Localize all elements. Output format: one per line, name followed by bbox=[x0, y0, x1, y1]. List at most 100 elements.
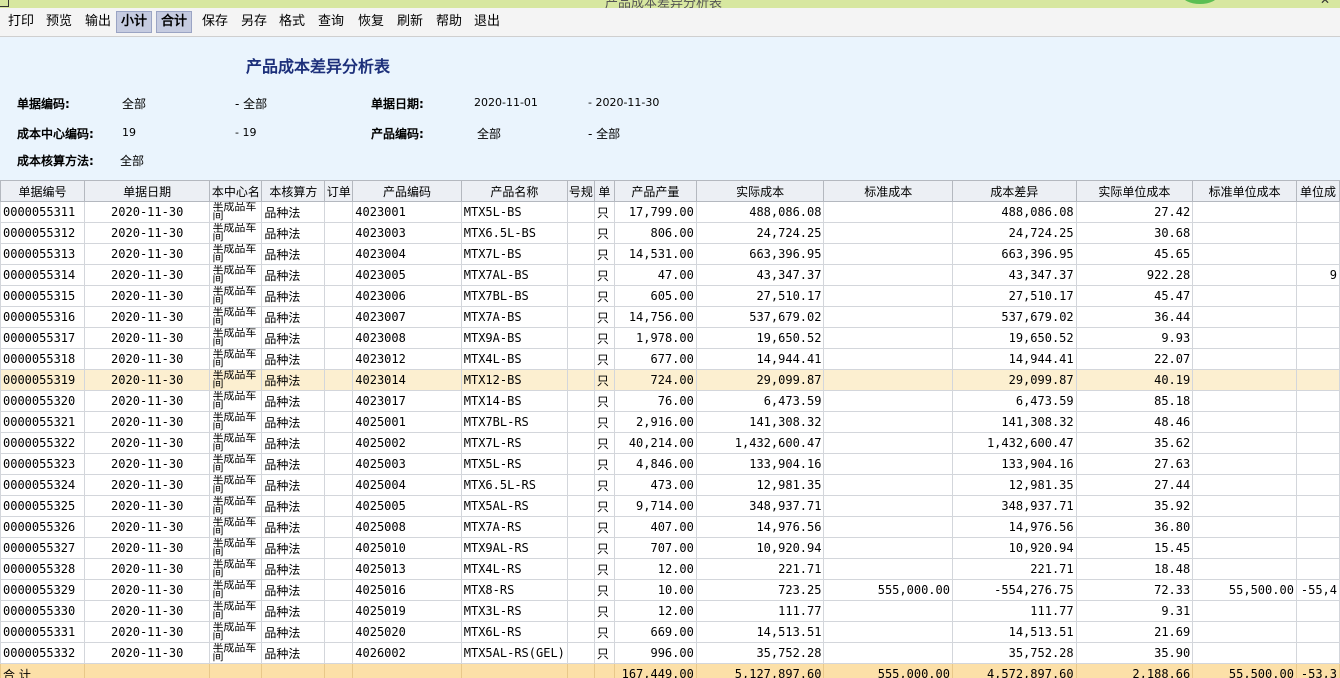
report-grid[interactable]: 单据编号 单据日期 本中心名 本核算方 订单 产品编码 产品名称 号规单产品产量 实际成本 标准成… bbox=[0, 180, 1340, 678]
table-cell: 806.00 bbox=[613, 222, 697, 244]
table-cell bbox=[823, 621, 953, 643]
table-cell: 4023007 bbox=[352, 306, 462, 328]
table-row[interactable]: 0000055314 2020-11-30 半成品车间 品种法 4023005 MTX7A… bbox=[0, 264, 1340, 286]
column-header-3[interactable]: 本核算方 bbox=[261, 180, 326, 202]
table-cell bbox=[1295, 243, 1340, 265]
table-cell: 0000055329 bbox=[0, 579, 85, 601]
table-row[interactable]: 0000055327 2020-11-30 半成品车间 品种法 4025010 MTX9A… bbox=[0, 537, 1340, 559]
table-cell: MTX9A-BS bbox=[460, 327, 568, 349]
column-header-12[interactable]: 成本差异 bbox=[951, 180, 1077, 202]
table-row[interactable]: 0000055317 2020-11-30 半成品车间 品种法 4023008 MTX9A… bbox=[0, 327, 1340, 349]
table-row[interactable]: 0000055322 2020-11-30 半成品车间 品种法 4025002 MTX7L… bbox=[0, 432, 1340, 454]
total-cell bbox=[209, 663, 263, 678]
table-row[interactable]: 0000055313 2020-11-30 半成品车间 品种法 4023004 MTX7L… bbox=[0, 243, 1340, 265]
report-table: 单据编号 单据日期 本中心名 本核算方 订单 产品编码 产品名称 号规单产品产量 实际成本 标准成… bbox=[0, 180, 1340, 678]
table-row[interactable]: 0000055330 2020-11-30 半成品车间 品种法 4025019 MTX3L… bbox=[0, 600, 1340, 622]
table-row[interactable]: 0000055319 2020-11-30 半成品车间 品种法 4023014 MTX12… bbox=[0, 369, 1340, 391]
table-cell: 只 bbox=[593, 264, 615, 286]
toolbar-button-5[interactable]: 保存 bbox=[198, 12, 232, 32]
column-header-4[interactable]: 订单 bbox=[324, 180, 354, 202]
table-cell: 27,510.17 bbox=[951, 285, 1077, 307]
table-cell: 2020-11-30 bbox=[83, 264, 211, 286]
column-header-13[interactable]: 实际单位成本 bbox=[1075, 180, 1194, 202]
table-cell bbox=[324, 621, 354, 643]
table-row[interactable]: 0000055331 2020-11-30 半成品车间 品种法 4025020 MTX6L… bbox=[0, 621, 1340, 643]
app-icon bbox=[0, 0, 9, 7]
table-cell: 555,000.00 bbox=[823, 579, 953, 601]
table-cell bbox=[324, 201, 354, 223]
table-cell: 品种法 bbox=[261, 285, 326, 307]
column-header-2[interactable]: 本中心名 bbox=[209, 180, 263, 202]
toolbar-button-4[interactable]: 合计 bbox=[156, 11, 193, 33]
table-row[interactable]: 0000055324 2020-11-30 半成品车间 品种法 4025004 MTX6.… bbox=[0, 474, 1340, 496]
toolbar-button-10[interactable]: 刷新 bbox=[393, 12, 427, 32]
table-row[interactable]: 0000055329 2020-11-30 半成品车间 品种法 4025016 MTX8-… bbox=[0, 579, 1340, 601]
table-row[interactable]: 0000055320 2020-11-30 半成品车间 品种法 4023017 MTX14… bbox=[0, 390, 1340, 412]
toolbar-button-2[interactable]: 输出 bbox=[81, 12, 115, 32]
table-cell bbox=[1295, 432, 1340, 454]
table-cell bbox=[566, 327, 595, 349]
table-cell: 只 bbox=[593, 285, 615, 307]
table-cell: 品种法 bbox=[261, 642, 326, 664]
toolbar-button-9[interactable]: 恢复 bbox=[354, 12, 388, 32]
column-header-1[interactable]: 单据日期 bbox=[83, 180, 211, 202]
toolbar-button-7[interactable]: 格式 bbox=[275, 12, 309, 32]
column-header-7[interactable]: 号规 bbox=[566, 180, 595, 202]
table-cell: MTX6L-RS bbox=[460, 621, 568, 643]
table-cell: 半成品车间 bbox=[209, 621, 263, 643]
table-cell: 只 bbox=[593, 537, 615, 559]
column-header-6[interactable]: 产品名称 bbox=[460, 180, 568, 202]
table-cell: 品种法 bbox=[261, 558, 326, 580]
column-header-8[interactable]: 单 bbox=[593, 180, 615, 202]
table-row[interactable]: 0000055312 2020-11-30 半成品车间 品种法 4023003 MTX6.… bbox=[0, 222, 1340, 244]
table-cell bbox=[324, 390, 354, 412]
table-row[interactable]: 0000055326 2020-11-30 半成品车间 品种法 4025008 MTX7A… bbox=[0, 516, 1340, 538]
toolbar-button-8[interactable]: 查询 bbox=[314, 12, 348, 32]
table-row[interactable]: 0000055318 2020-11-30 半成品车间 品种法 4023012 MTX4L… bbox=[0, 348, 1340, 370]
table-cell: 品种法 bbox=[261, 201, 326, 223]
table-row[interactable]: 0000055328 2020-11-30 半成品车间 品种法 4025013 MTX4L… bbox=[0, 558, 1340, 580]
column-header-11[interactable]: 标准成本 bbox=[823, 180, 953, 202]
table-cell bbox=[823, 411, 953, 433]
table-cell: 19,650.52 bbox=[695, 327, 825, 349]
table-cell: 111.77 bbox=[695, 600, 825, 622]
column-header-9[interactable]: 产品产量 bbox=[613, 180, 697, 202]
column-header-14[interactable]: 标准单位成本 bbox=[1192, 180, 1297, 202]
column-header-0[interactable]: 单据编号 bbox=[0, 180, 85, 202]
toolbar-button-3[interactable]: 小计 bbox=[116, 11, 153, 33]
column-header-15[interactable]: 单位成 bbox=[1295, 180, 1340, 202]
table-row[interactable]: 0000055321 2020-11-30 半成品车间 品种法 4025001 MTX7B… bbox=[0, 411, 1340, 433]
table-cell bbox=[324, 516, 354, 538]
table-cell: 0000055319 bbox=[0, 369, 85, 391]
column-header-5[interactable]: 产品编码 bbox=[352, 180, 462, 202]
table-cell: 55,500.00 bbox=[1192, 579, 1297, 601]
table-cell: 半成品车间 bbox=[209, 642, 263, 664]
toolbar-button-12[interactable]: 退出 bbox=[470, 12, 504, 32]
table-cell bbox=[566, 243, 595, 265]
table-row[interactable]: 0000055315 2020-11-30 半成品车间 品种法 4023006 MTX7B… bbox=[0, 285, 1340, 307]
close-icon[interactable]: ✕ bbox=[1320, 0, 1330, 7]
table-cell: MTX3L-RS bbox=[460, 600, 568, 622]
table-cell: 12,981.35 bbox=[695, 474, 825, 496]
table-cell: 0000055315 bbox=[0, 285, 85, 307]
total-cell: 2,188.66 bbox=[1075, 663, 1194, 678]
toolbar-button-6[interactable]: 另存 bbox=[237, 12, 271, 32]
table-cell bbox=[324, 495, 354, 517]
toolbar-button-1[interactable]: 预览 bbox=[42, 12, 76, 32]
table-cell: 只 bbox=[593, 327, 615, 349]
table-cell bbox=[324, 537, 354, 559]
table-header-row: 单据编号 单据日期 本中心名 本核算方 订单 产品编码 产品名称 号规单产品产量 实际成本 标准成… bbox=[0, 180, 1340, 202]
table-cell bbox=[823, 453, 953, 475]
table-cell: 111.77 bbox=[951, 600, 1077, 622]
table-row[interactable]: 0000055323 2020-11-30 半成品车间 品种法 4025003 MTX5L… bbox=[0, 453, 1340, 475]
toolbar-button-11[interactable]: 帮助 bbox=[432, 12, 466, 32]
toolbar-button-0[interactable]: 打印 bbox=[4, 12, 38, 32]
table-cell: 2020-11-30 bbox=[83, 579, 211, 601]
table-row[interactable]: 0000055316 2020-11-30 半成品车间 品种法 4023007 MTX7A… bbox=[0, 306, 1340, 328]
column-header-10[interactable]: 实际成本 bbox=[695, 180, 825, 202]
table-cell: 半成品车间 bbox=[209, 327, 263, 349]
table-row[interactable]: 0000055311 2020-11-30 半成品车间 品种法 4023001 MTX5L… bbox=[0, 201, 1340, 223]
table-cell: 22.07 bbox=[1075, 348, 1194, 370]
table-row[interactable]: 0000055332 2020-11-30 半成品车间 品种法 4026002 MTX5A… bbox=[0, 642, 1340, 664]
table-row[interactable]: 0000055325 2020-11-30 半成品车间 品种法 4025005 MTX5A… bbox=[0, 495, 1340, 517]
